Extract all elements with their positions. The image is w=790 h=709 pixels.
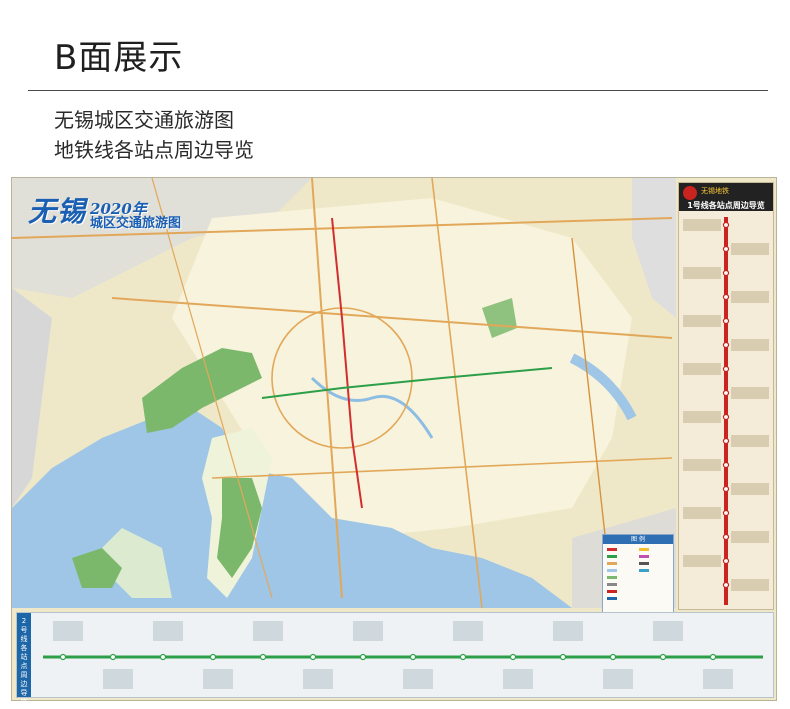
legend-swatch-5 <box>607 576 617 579</box>
map-title-small-group: 2020年 城区交通旅游图 <box>90 200 182 231</box>
legend-swatch-7 <box>607 590 617 593</box>
legend-swatch-12 <box>639 569 649 572</box>
legend-swatch-3 <box>607 562 617 565</box>
legend-swatch-10 <box>639 555 649 558</box>
legend-swatch-4 <box>607 569 617 572</box>
subtitle-city-map: 无锡城区交通旅游图 <box>54 108 234 132</box>
legend-entries-illustration <box>607 548 649 600</box>
metro-panel-header: 无锡地铁 1号线各站点周边导览 <box>679 183 773 211</box>
legend-swatch-11 <box>639 562 649 565</box>
map-title-wuxi: 无锡 <box>28 195 87 228</box>
map-year: 2020年 <box>90 200 147 218</box>
subtitle-metro-guide: 地铁线各站点周边导览 <box>54 138 254 162</box>
metro-line-1-panel: 无锡地铁 1号线各站点周边导览 <box>678 182 774 610</box>
metro-logo-icon <box>683 186 697 200</box>
metro-panel-title: 1号线各站点周边导览 <box>687 201 765 210</box>
page-heading: B面展示 <box>54 38 184 78</box>
line2-tag: 2号线各站点周边导览 <box>17 613 31 706</box>
line2-title: 2号线各站点周边导览 <box>20 617 28 706</box>
map-subtitle: 城区交通旅游图 <box>90 216 182 231</box>
legend-swatch-9 <box>639 548 649 551</box>
metro-line-2-stations <box>43 621 763 689</box>
legend-swatch-6 <box>607 583 617 586</box>
heading-divider <box>28 90 768 91</box>
metro-line-1-stations <box>683 217 769 605</box>
metro-brand: 无锡地铁 <box>701 187 729 195</box>
legend-title: 图 例 <box>603 535 673 544</box>
map-legend: 图 例 <box>602 534 674 614</box>
legend-swatch-1 <box>607 548 617 551</box>
legend-swatch-2 <box>607 555 617 558</box>
map-title: 无锡 2020年 城区交通旅游图 <box>28 190 181 230</box>
metro-line-2-panel: 2号线各站点周边导览 <box>16 612 774 706</box>
map-photo: 无锡 2020年 城区交通旅游图 图 例 无锡地铁 1号线各站点周边导览 2号线… <box>12 178 776 706</box>
legend-swatch-8 <box>607 597 617 600</box>
